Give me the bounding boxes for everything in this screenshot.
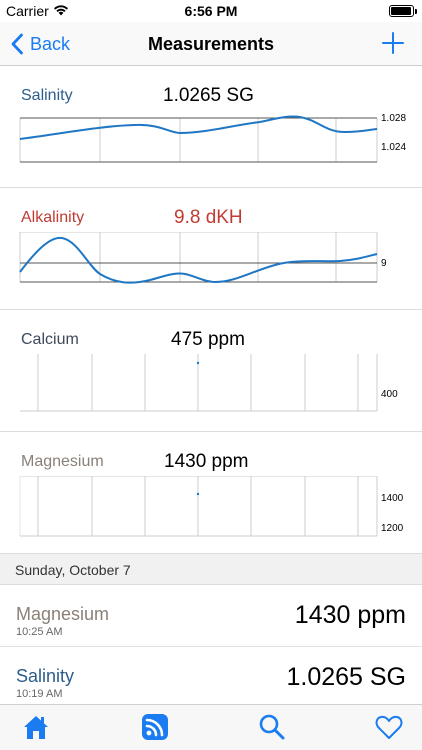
alkalinity-series-line xyxy=(19,236,378,284)
status-bar: Carrier 6:56 PM xyxy=(0,0,422,22)
entry-name: Magnesium xyxy=(16,604,110,624)
magnesium-sparkline: 1400 1200 xyxy=(19,476,404,537)
calcium-label: Calcium xyxy=(21,331,79,348)
magnesium-value: 1430 ppm xyxy=(164,451,249,472)
magnesium-card[interactable]: Magnesium 1430 ppm 1400 1200 xyxy=(0,432,422,554)
salinity-y-tick-low: 1.024 xyxy=(381,142,406,153)
magnesium-y-tick-high: 1400 xyxy=(381,493,404,504)
calcium-card[interactable]: Calcium 475 ppm 400 xyxy=(0,310,422,432)
plus-icon[interactable] xyxy=(382,32,404,54)
feed-icon[interactable] xyxy=(141,713,169,741)
salinity-value: 1.0265 SG xyxy=(163,85,254,106)
magnesium-label: Magnesium xyxy=(21,453,104,470)
alkalinity-sparkline: 9 xyxy=(19,232,387,284)
alkalinity-value: 9.8 dKH xyxy=(174,207,243,228)
clock: 6:56 PM xyxy=(184,3,238,19)
calcium-data-point xyxy=(196,361,200,365)
salinity-label: Salinity xyxy=(21,87,73,104)
alkalinity-card[interactable]: Alkalinity 9.8 dKH 9 xyxy=(0,188,422,310)
list-item-salinity[interactable]: Salinity 10:19 AM 1.0265 SG xyxy=(0,647,422,709)
calcium-y-tick: 400 xyxy=(381,389,398,400)
salinity-series-line xyxy=(19,115,378,140)
section-date-label: Sunday, October 7 xyxy=(15,562,131,578)
magnesium-data-point xyxy=(196,492,200,496)
calcium-value: 475 ppm xyxy=(171,329,245,350)
entry-time: 10:19 AM xyxy=(16,688,63,700)
entry-value: 1.0265 SG xyxy=(286,663,406,691)
entry-name: Salinity xyxy=(16,666,75,686)
list-item-magnesium[interactable]: Magnesium 10:25 AM 1430 ppm xyxy=(0,585,422,647)
magnesium-y-tick-low: 1200 xyxy=(381,523,404,534)
battery-icon xyxy=(389,5,417,17)
salinity-card[interactable]: Salinity 1.0265 SG 1.028 1.024 xyxy=(0,66,422,188)
calcium-sparkline: 400 xyxy=(20,354,398,412)
salinity-y-tick-high: 1.028 xyxy=(381,113,406,124)
search-icon[interactable] xyxy=(258,713,286,741)
navigation-bar: Back Measurements xyxy=(0,22,422,66)
alkalinity-y-tick: 9 xyxy=(381,258,387,269)
entry-time: 10:25 AM xyxy=(16,626,63,638)
heart-icon[interactable] xyxy=(375,713,403,741)
date-section-header: Sunday, October 7 xyxy=(0,553,422,585)
tab-bar xyxy=(0,704,422,750)
entry-value: 1430 ppm xyxy=(294,601,406,629)
page-title: Measurements xyxy=(147,34,275,54)
salinity-sparkline: 1.028 1.024 xyxy=(19,113,406,163)
alkalinity-label: Alkalinity xyxy=(21,209,85,226)
home-icon[interactable] xyxy=(22,713,50,741)
